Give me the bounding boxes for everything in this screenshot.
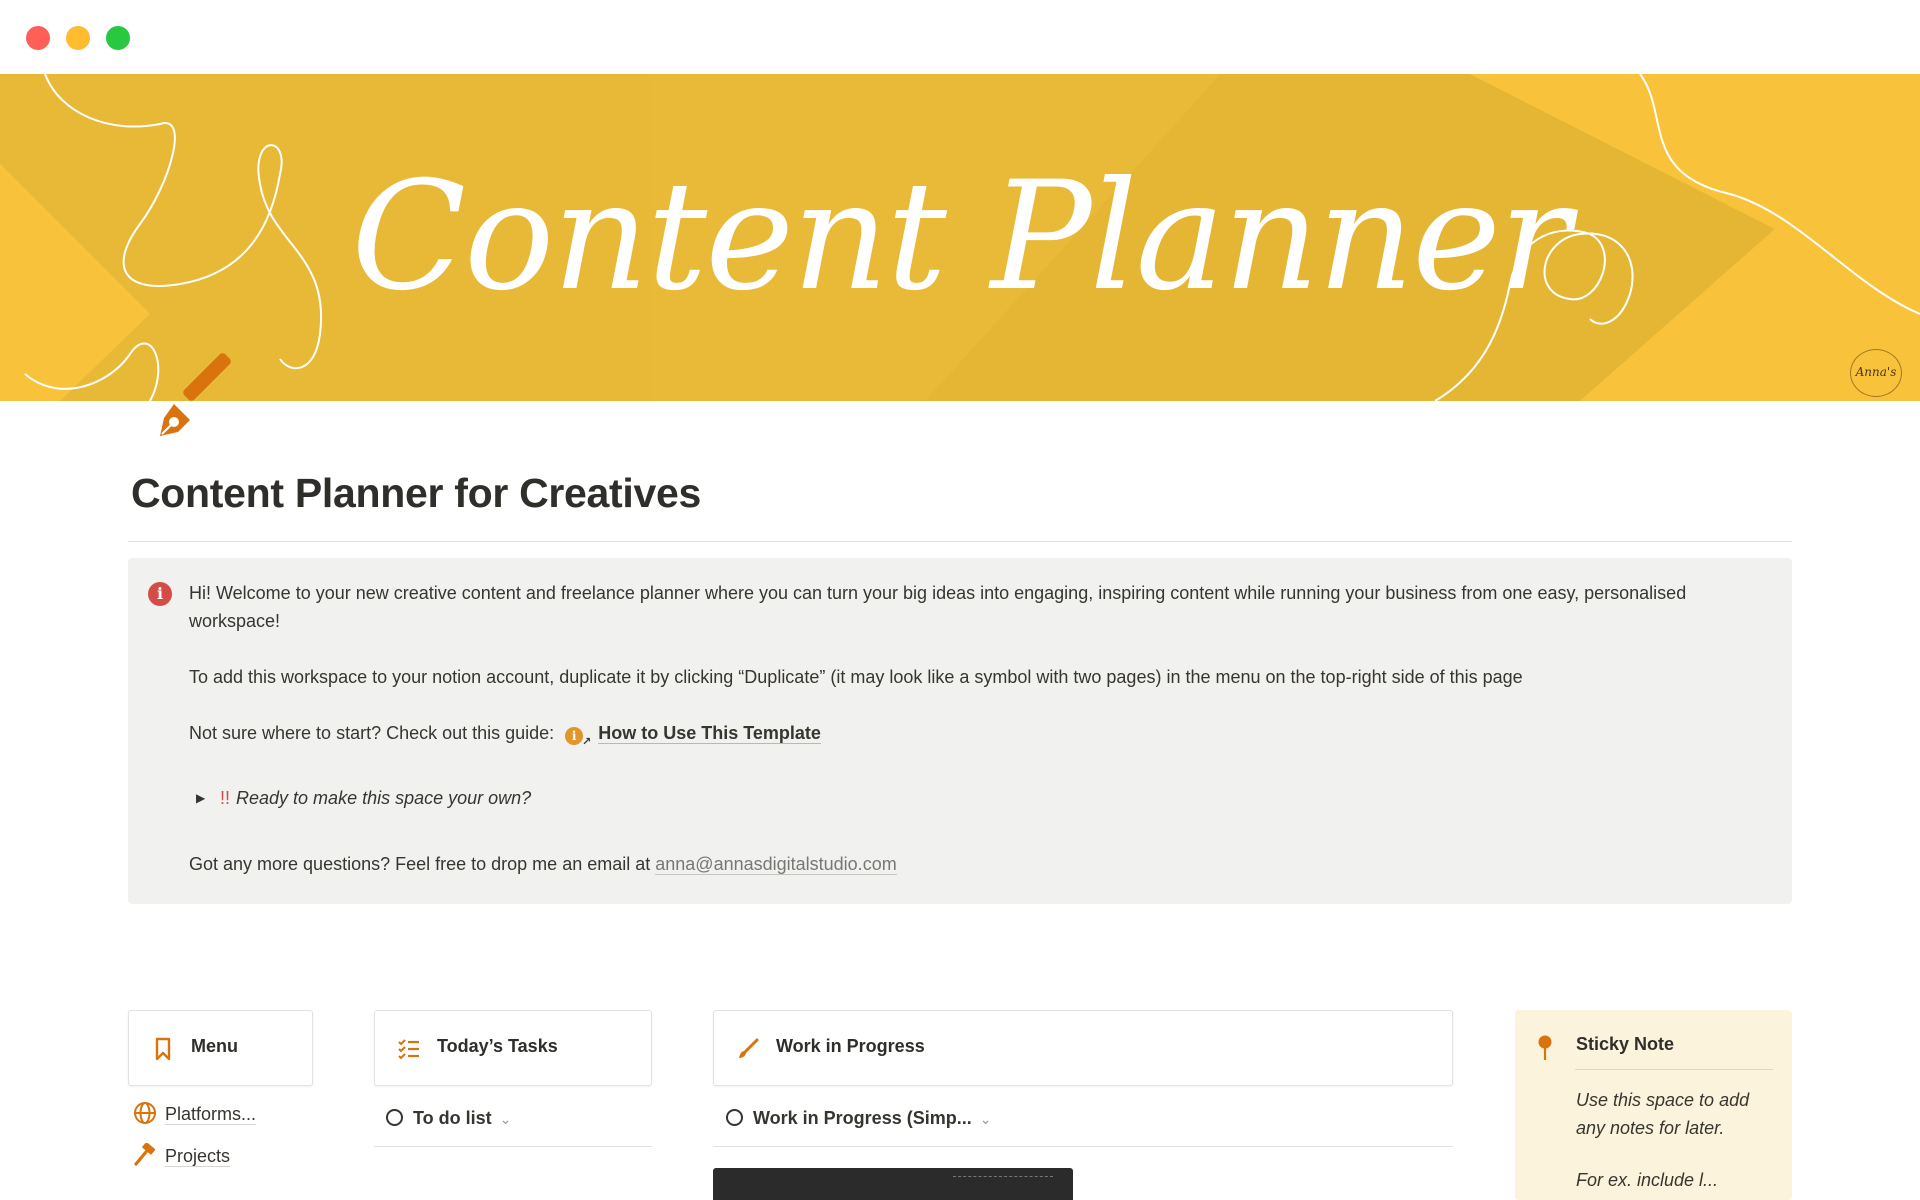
platforms-link-label: Platforms... (165, 1104, 257, 1125)
pushpin-icon (1538, 1035, 1552, 1060)
hammer-icon (134, 1142, 156, 1166)
welcome-callout: i Hi! Welcome to your new creative conte… (128, 558, 1792, 904)
bookmark-icon (155, 1037, 171, 1061)
toggle-text: Ready to make this space your own? (236, 788, 532, 808)
email-link[interactable]: anna@annasdigitalstudio.com (655, 854, 897, 875)
cover-title: Content Planner (351, 150, 1570, 324)
platforms-link[interactable]: Platforms... (133, 1101, 257, 1125)
todo-view-divider (374, 1146, 652, 1147)
toggle-triangle-icon[interactable]: ▶ (196, 784, 220, 812)
wip-view-selector[interactable]: Work in Progress (Simp... ⌄ (726, 1108, 991, 1129)
questions-line: Got any more questions? Feel free to dro… (189, 850, 897, 878)
toggle-block[interactable]: ▶!! Ready to make this space your own? (196, 784, 531, 812)
chevron-down-icon[interactable]: ⌄ (980, 1111, 992, 1127)
info-icon: i (148, 582, 172, 606)
sticky-note-text[interactable]: Use this space to add any notes for late… (1576, 1086, 1776, 1142)
window-close-button[interactable] (26, 26, 50, 50)
welcome-text: Hi! Welcome to your new creative content… (189, 583, 1687, 631)
work-in-progress-label: Work in Progress (776, 1036, 925, 1056)
sticky-note-divider (1575, 1069, 1773, 1070)
checklist-icon (398, 1039, 419, 1060)
info-link-icon: i ↗ (565, 727, 591, 748)
projects-link[interactable]: Projects (133, 1142, 231, 1167)
todays-tasks-card[interactable]: Today’s Tasks (374, 1010, 652, 1086)
guide-prefix: Not sure where to start? Check out this … (189, 723, 555, 743)
circle-icon (726, 1109, 743, 1126)
menu-card[interactable]: Menu (128, 1010, 313, 1086)
sticky-note-title: Sticky Note (1576, 1034, 1675, 1054)
todo-view-label: To do list (413, 1108, 492, 1128)
fountain-pen-icon[interactable] (140, 352, 236, 448)
globe-icon (134, 1102, 156, 1124)
window-minimize-button[interactable] (66, 26, 90, 50)
window-titlebar (0, 0, 1920, 74)
circle-icon (386, 1109, 403, 1126)
cover-signature-logo: Anna's (1850, 349, 1902, 397)
projects-link-label: Projects (165, 1146, 231, 1167)
sticky-note: Sticky Note Use this space to add any no… (1515, 1010, 1792, 1200)
sticky-note-more-text[interactable]: For ex. include l... (1576, 1170, 1776, 1191)
menu-card-label: Menu (191, 1036, 238, 1056)
guide-line: Not sure where to start? Check out this … (189, 719, 821, 748)
chevron-down-icon[interactable]: ⌄ (500, 1111, 512, 1127)
work-in-progress-card[interactable]: Work in Progress (713, 1010, 1453, 1086)
paintbrush-icon (739, 1038, 759, 1058)
wip-view-divider (713, 1146, 1453, 1147)
todays-tasks-label: Today’s Tasks (437, 1036, 558, 1056)
todo-view-selector[interactable]: To do list ⌄ (386, 1108, 511, 1129)
questions-prefix: Got any more questions? Feel free to dro… (189, 854, 651, 874)
thumbnail-dashed-line (953, 1176, 1053, 1184)
wip-view-label: Work in Progress (Simp... (753, 1108, 972, 1128)
window-maximize-button[interactable] (106, 26, 130, 50)
page-title[interactable]: Content Planner for Creatives (131, 470, 701, 517)
gallery-card-thumbnail[interactable] (713, 1168, 1073, 1200)
cover-image: Content Planner Anna's (0, 74, 1920, 401)
guide-link[interactable]: How to Use This Template (598, 723, 821, 744)
duplicate-instructions: To add this workspace to your notion acc… (189, 667, 1523, 687)
title-divider (128, 541, 1792, 542)
toggle-bang: !! (220, 788, 231, 808)
